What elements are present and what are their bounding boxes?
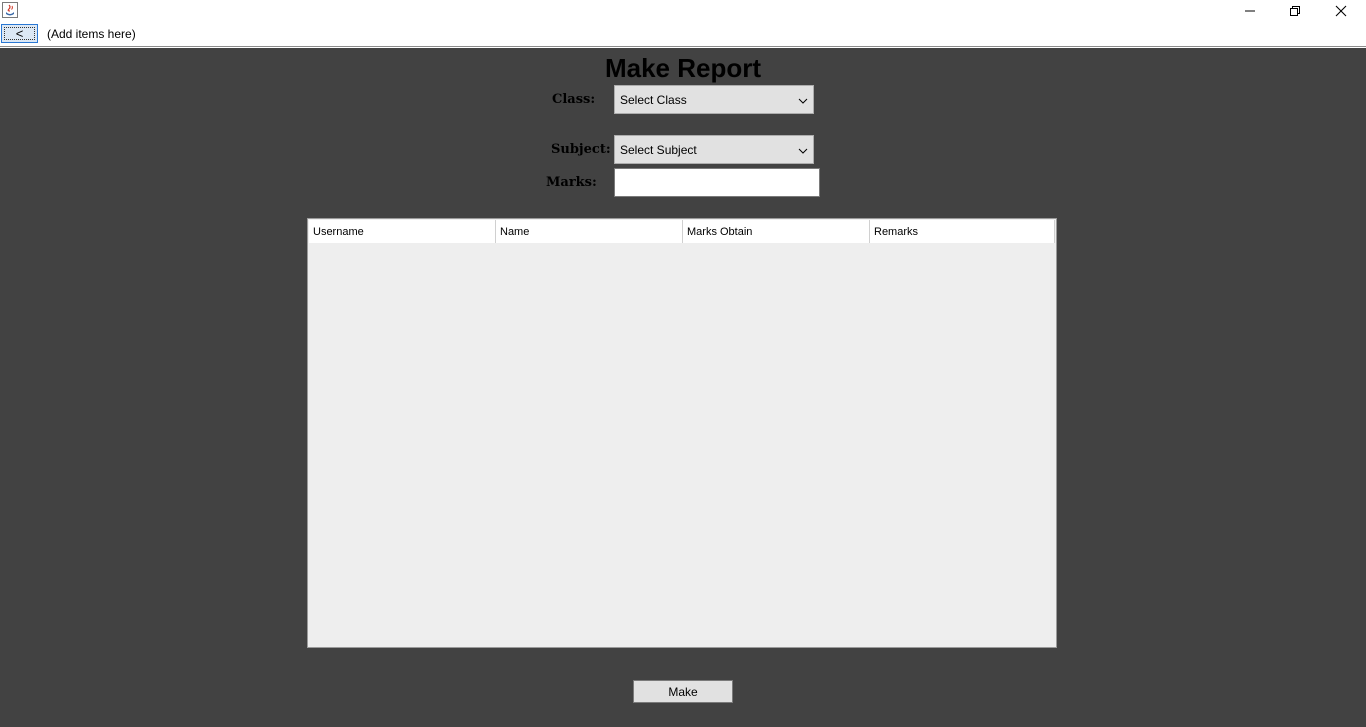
menu-bar: < (Add items here)	[0, 22, 1366, 47]
java-cup-icon	[2, 2, 18, 18]
class-select[interactable]: Select Class	[614, 85, 814, 114]
restore-icon[interactable]	[1272, 0, 1318, 22]
subject-select-value: Select Subject	[620, 143, 697, 157]
page-title: Make Report	[604, 53, 762, 83]
make-button[interactable]: Make	[633, 680, 733, 703]
marks-label: Marks:	[546, 175, 597, 190]
report-table[interactable]: Username Name Marks Obtain Remarks	[307, 218, 1057, 648]
column-header-username[interactable]: Username	[309, 220, 496, 243]
column-header-remarks[interactable]: Remarks	[870, 220, 1055, 243]
minimize-icon[interactable]	[1227, 0, 1273, 22]
chevron-down-icon	[798, 95, 808, 105]
subject-label: Subject:	[551, 142, 611, 157]
report-panel: Make Report Class: Select Class Subject:…	[0, 48, 1366, 727]
subject-select[interactable]: Select Subject	[614, 135, 814, 164]
table-header: Username Name Marks Obtain Remarks	[309, 220, 1055, 243]
marks-input[interactable]	[614, 168, 820, 197]
close-icon[interactable]	[1318, 0, 1364, 22]
title-bar	[0, 0, 1366, 22]
back-button[interactable]: <	[1, 24, 38, 43]
class-label: Class:	[552, 92, 596, 107]
class-select-value: Select Class	[620, 93, 687, 107]
menu-placeholder[interactable]: (Add items here)	[47, 27, 136, 41]
table-body[interactable]	[309, 243, 1055, 647]
column-header-marks-obtain[interactable]: Marks Obtain	[683, 220, 870, 243]
column-header-name[interactable]: Name	[496, 220, 683, 243]
chevron-down-icon	[798, 145, 808, 155]
